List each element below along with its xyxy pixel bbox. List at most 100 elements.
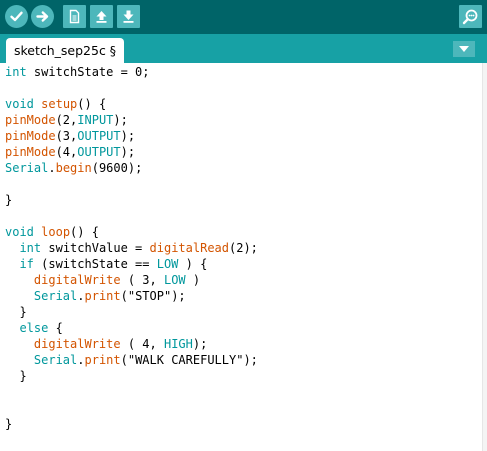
code-token: ("WALK CAREFULLY");: [120, 353, 258, 367]
arrow-up-icon: [96, 11, 107, 23]
code-token: switchValue =: [41, 241, 150, 255]
code-token: }: [5, 305, 27, 319]
code-token: (2);: [229, 241, 258, 255]
code-line[interactable]: [5, 80, 258, 96]
code-line[interactable]: if (switchState == LOW ) {: [5, 256, 258, 272]
code-token: HIGH: [163, 337, 193, 351]
code-token: Serial: [5, 161, 49, 175]
code-token: () {: [70, 225, 99, 239]
code-token: OUTPUT: [77, 145, 121, 159]
code-line[interactable]: Serial.print("WALK CAREFULLY");: [5, 352, 258, 368]
code-line[interactable]: digitalWrite ( 4, HIGH);: [5, 336, 258, 352]
arrow-down-icon: [123, 10, 134, 23]
code-token: digitalRead: [149, 241, 229, 255]
code-editor[interactable]: int switchState = 0; void setup() {pinMo…: [0, 63, 487, 451]
code-line[interactable]: void setup() {: [5, 96, 258, 112]
code-token: LOW: [156, 257, 179, 271]
serial-monitor-icon: [462, 9, 478, 25]
code-token: pinMode: [5, 129, 56, 143]
code-token: Serial: [33, 353, 78, 367]
code-token: }: [5, 417, 13, 431]
code-token: LOW: [163, 273, 186, 287]
code-token: (4,: [55, 145, 78, 159]
save-button[interactable]: [117, 5, 140, 28]
code-token: loop: [41, 225, 71, 239]
upload-button[interactable]: [31, 5, 54, 28]
code-token: digitalWrite: [33, 273, 121, 287]
code-token: .: [77, 353, 85, 367]
code-token: pinMode: [5, 145, 56, 159]
code-token: begin: [55, 161, 92, 175]
code-token: void: [5, 97, 34, 111]
code-token: print: [84, 353, 121, 367]
code-token: (3,: [55, 129, 78, 143]
tab-sketch[interactable]: sketch_sep25c §: [6, 38, 124, 63]
toolbar: [0, 0, 487, 34]
arrow-right-icon: [36, 11, 49, 22]
code-token: {: [48, 321, 63, 335]
code-line[interactable]: digitalWrite ( 3, LOW ): [5, 272, 258, 288]
code-line[interactable]: pinMode(4,OUTPUT);: [5, 144, 258, 160]
code-token: (9600);: [91, 161, 143, 175]
code-line[interactable]: [5, 400, 258, 416]
code-token: }: [5, 369, 27, 383]
code-token: INPUT: [77, 113, 114, 127]
code-token: );: [120, 145, 136, 159]
code-line[interactable]: }: [5, 304, 258, 320]
code-token: ( 3,: [120, 273, 164, 287]
code-token: digitalWrite: [33, 337, 121, 351]
code-token: }: [5, 193, 13, 207]
code-token: );: [113, 113, 128, 127]
code-line[interactable]: Serial.begin(9600);: [5, 160, 258, 176]
code-token: ): [185, 273, 201, 287]
code-line[interactable]: [5, 384, 258, 400]
code-token: );: [192, 337, 208, 351]
code-line[interactable]: pinMode(3,OUTPUT);: [5, 128, 258, 144]
code-token: .: [77, 289, 85, 303]
code-text[interactable]: int switchState = 0; void setup() {pinMo…: [5, 64, 258, 432]
code-token: (switchState ==: [33, 257, 157, 271]
tab-menu-button[interactable]: [453, 41, 475, 57]
code-token: ) {: [178, 257, 208, 271]
code-token: ("STOP");: [120, 289, 186, 303]
code-line[interactable]: int switchState = 0;: [5, 64, 258, 80]
code-token: OUTPUT: [77, 129, 121, 143]
code-token: print: [84, 289, 121, 303]
editor-scrollbar[interactable]: [482, 63, 487, 451]
new-button[interactable]: [63, 5, 86, 28]
code-line[interactable]: }: [5, 192, 258, 208]
code-token: ( 4,: [120, 337, 164, 351]
code-token: int: [19, 241, 42, 255]
code-token: );: [120, 129, 136, 143]
triangle-down-icon: [459, 46, 469, 52]
code-token: pinMode: [5, 113, 56, 127]
code-line[interactable]: }: [5, 368, 258, 384]
code-line[interactable]: [5, 176, 258, 192]
checkmark-icon: [10, 11, 23, 22]
code-token: void: [5, 225, 34, 239]
code-token: int: [5, 65, 27, 79]
code-line[interactable]: else {: [5, 320, 258, 336]
code-line[interactable]: [5, 208, 258, 224]
open-button[interactable]: [90, 5, 113, 28]
code-line[interactable]: Serial.print("STOP");: [5, 288, 258, 304]
serial-monitor-button[interactable]: [459, 5, 482, 28]
code-line[interactable]: }: [5, 416, 258, 432]
code-token: switchState = 0;: [26, 65, 150, 79]
code-line[interactable]: pinMode(2,INPUT);: [5, 112, 258, 128]
code-token: else: [19, 321, 49, 335]
code-token: (2,: [55, 113, 78, 127]
verify-button[interactable]: [5, 5, 28, 28]
code-line[interactable]: void loop() {: [5, 224, 258, 240]
new-document-icon: [69, 9, 80, 24]
code-token: setup: [41, 97, 78, 111]
code-line[interactable]: int switchValue = digitalRead(2);: [5, 240, 258, 256]
code-token: Serial: [33, 289, 78, 303]
